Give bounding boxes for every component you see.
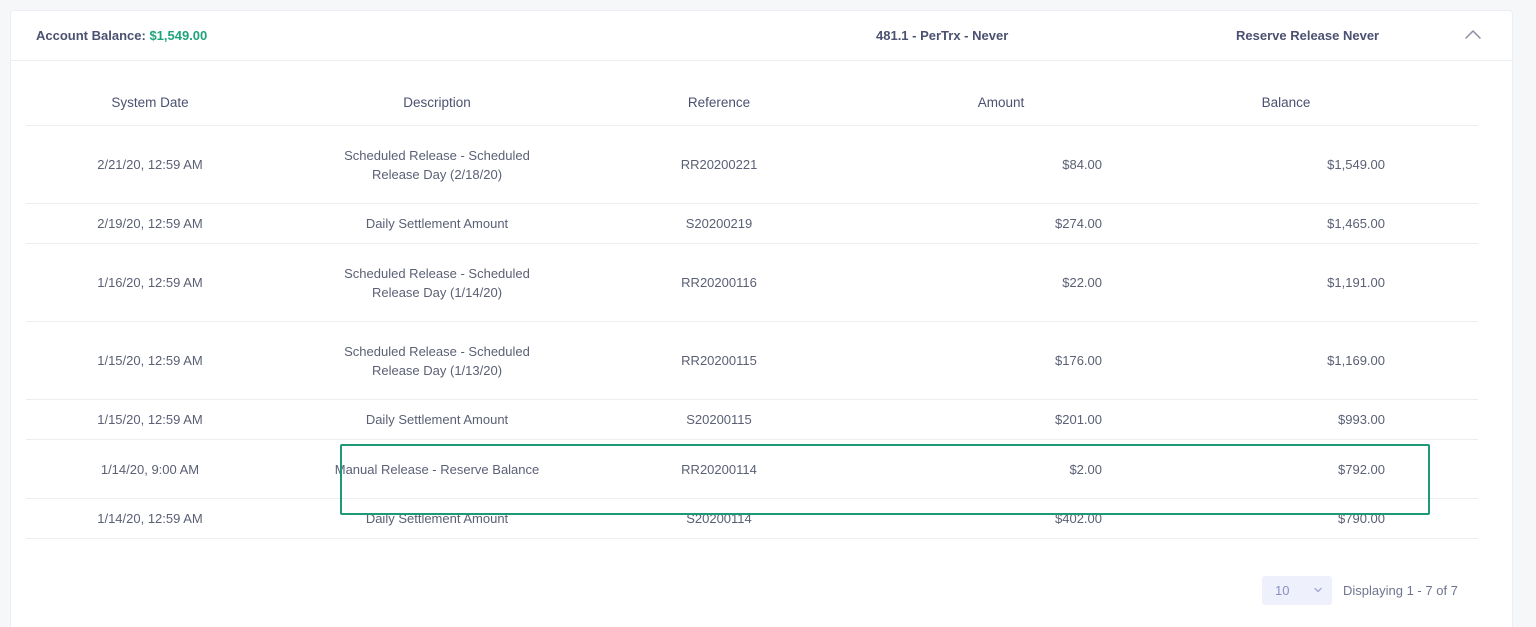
cell-amount: $274.00 [1055,216,1102,231]
cell-amount: $176.00 [1055,353,1102,368]
cell-balance: $1,191.00 [1327,275,1385,290]
cell-balance: $993.00 [1338,412,1385,427]
reserve-release-label: Reserve Release Never [1236,28,1380,43]
table-row[interactable]: 2/21/20, 12:59 AM Scheduled Release - Sc… [26,126,1478,204]
cell-balance: $1,549.00 [1327,157,1385,172]
page-size-select[interactable]: 10 [1262,576,1332,605]
column-header-amount[interactable]: Amount [956,80,1046,125]
cell-reference: S20200114 [686,511,752,526]
transactions-table: System Date Description Reference Amount… [26,80,1478,539]
account-balance-label: Account Balance: [36,28,146,43]
table-row[interactable]: 1/15/20, 12:59 AM Scheduled Release - Sc… [26,322,1478,400]
table-row[interactable]: 1/15/20, 12:59 AM Daily Settlement Amoun… [26,400,1478,440]
cell-date: 2/21/20, 12:59 AM [97,157,203,172]
chevron-up-icon [1465,30,1481,39]
pagination-info: Displaying 1 - 7 of 7 [1343,583,1458,598]
cell-description: Daily Settlement Amount [365,412,509,427]
chevron-down-icon [1314,587,1322,593]
cell-balance: $792.00 [1338,461,1385,477]
cell-reference: S20200219 [685,216,753,231]
cell-date: 2/19/20, 12:59 AM [97,216,203,231]
cell-reference: RR20200116 [681,275,757,290]
account-balance: Account Balance: $1,549.00 [36,28,207,43]
pagination: 10 Displaying 1 - 7 of 7 [1262,576,1458,605]
account-balance-value: $1,549.00 [149,28,208,43]
table-row-highlighted[interactable]: 1/14/20, 9:00 AM Manual Release - Reserv… [26,440,1478,499]
cell-amount: $201.00 [1055,412,1102,427]
cell-reference: RR20200115 [681,353,757,368]
cell-amount: $402.00 [1055,511,1102,526]
table-header: System Date Description Reference Amount… [26,80,1478,126]
cell-description: Scheduled Release - Scheduled Release Da… [344,147,530,182]
cell-date: 1/14/20, 9:00 AM [100,461,200,477]
cell-date: 1/15/20, 12:59 AM [97,353,203,368]
table-row[interactable]: 1/14/20, 12:59 AM Daily Settlement Amoun… [26,499,1478,539]
cell-date: 1/15/20, 12:59 AM [97,412,203,427]
cell-amount: $84.00 [1062,157,1102,172]
cell-description: Manual Release - Reserve Balance [334,461,540,477]
column-header-balance[interactable]: Balance [1241,80,1331,125]
cell-description: Scheduled Release - Scheduled Release Da… [344,343,530,378]
card-header[interactable]: Account Balance: $1,549.00 481.1 - PerTr… [11,11,1512,61]
table-row[interactable]: 1/16/20, 12:59 AM Scheduled Release - Sc… [26,244,1478,322]
collapse-button[interactable] [1461,23,1485,47]
cell-date: 1/14/20, 12:59 AM [97,511,203,526]
page-size-value: 10 [1275,583,1290,598]
cell-balance: $1,465.00 [1327,216,1385,231]
plan-label: 481.1 - PerTrx - Never [876,28,1009,43]
column-header-description[interactable]: Description [326,80,548,125]
cell-amount: $22.00 [1062,275,1102,290]
cell-balance: $1,169.00 [1327,353,1385,368]
cell-balance: $790.00 [1338,511,1385,526]
cell-description: Daily Settlement Amount [365,216,509,231]
cell-date: 1/16/20, 12:59 AM [97,275,203,290]
cell-description: Scheduled Release - Scheduled Release Da… [344,265,530,300]
cell-description: Daily Settlement Amount [365,511,509,526]
cell-reference: S20200115 [686,412,752,427]
cell-reference: RR20200114 [681,461,757,477]
table-row[interactable]: 2/19/20, 12:59 AM Daily Settlement Amoun… [26,204,1478,244]
cell-amount: $2.00 [1069,461,1102,477]
column-header-system-date[interactable]: System Date [26,80,274,125]
column-header-reference[interactable]: Reference [626,80,812,125]
cell-reference: RR20200221 [680,157,758,172]
